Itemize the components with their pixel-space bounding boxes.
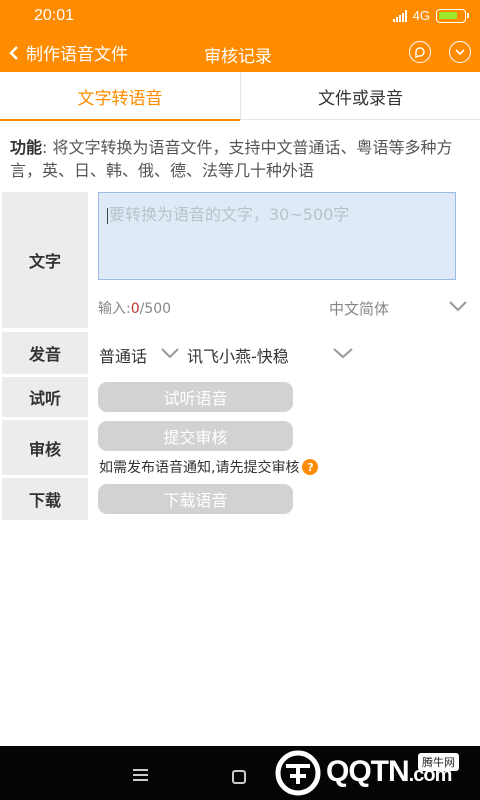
feature-description: 功能: 将文字转换为语音文件，支持中文普通话、粤语等多种方言，英、日、韩、俄、德… (10, 136, 472, 182)
char-counter: 输入:0/500 (98, 298, 171, 318)
menu-icon[interactable] (133, 769, 148, 784)
download-button[interactable]: 下载语音 (98, 484, 293, 514)
back-arrow-icon (9, 45, 18, 60)
status-bar: 20:01 4G (0, 0, 480, 34)
download-label: 下载 (2, 478, 88, 520)
submit-review-button[interactable]: 提交审核 (98, 421, 293, 451)
speaker-select[interactable]: 讯飞小燕-快稳 (187, 343, 289, 367)
help-icon[interactable]: ? (302, 459, 319, 475)
tab-text-to-speech[interactable]: 文字转语音 (0, 72, 240, 121)
battery-icon (436, 8, 469, 23)
network-type: 4G (412, 8, 430, 23)
signal-icon (392, 9, 407, 22)
review-note: 如需发布语音通知,请先提交审核 ? (99, 457, 319, 477)
count-value: 0 (130, 301, 140, 317)
count-prefix: 输入: (98, 301, 131, 317)
speaker-chevron-down-icon[interactable] (332, 347, 354, 359)
language-chevron-down-icon[interactable] (448, 300, 468, 312)
dialect-chevron-down-icon[interactable] (160, 347, 180, 359)
review-label: 审核 (2, 420, 88, 475)
voice-label: 发音 (2, 332, 88, 374)
text-label: 文字 (2, 192, 88, 328)
watermark-badge: 腾牛网 (418, 753, 459, 771)
dialect-select[interactable]: 普通话 (99, 343, 147, 367)
home-icon[interactable] (232, 770, 246, 784)
app-bar: 制作语音文件 审核记录 (0, 34, 480, 72)
feedback-icon[interactable] (409, 41, 431, 63)
watermark-logo-icon (275, 750, 321, 796)
tab-bar: 文字转语音 文件或录音 (0, 72, 480, 121)
description-prefix: 功能 (10, 138, 43, 157)
text-placeholder: 要转换为语音的文字，30~500字 (109, 205, 350, 224)
count-max: /500 (139, 301, 172, 317)
review-note-text: 如需发布语音通知,请先提交审核 (99, 460, 300, 476)
status-time: 20:01 (34, 7, 75, 24)
back-button[interactable]: 制作语音文件 (8, 40, 128, 65)
listen-button[interactable]: 试听语音 (98, 382, 293, 412)
description-text: : 将文字转换为语音文件，支持中文普通话、粤语等多种方言，英、日、韩、俄、德、法… (10, 138, 453, 180)
page-title: 制作语音文件 (26, 45, 128, 65)
tab-file-or-recording[interactable]: 文件或录音 (240, 72, 480, 120)
status-icons: 4G (392, 8, 469, 23)
listen-label: 试听 (2, 377, 88, 417)
review-records-link[interactable]: 审核记录 (204, 42, 272, 67)
text-input[interactable]: 要转换为语音的文字，30~500字 (98, 192, 456, 280)
chevron-down-icon[interactable] (449, 41, 471, 63)
language-select[interactable]: 中文简体 (329, 298, 389, 319)
